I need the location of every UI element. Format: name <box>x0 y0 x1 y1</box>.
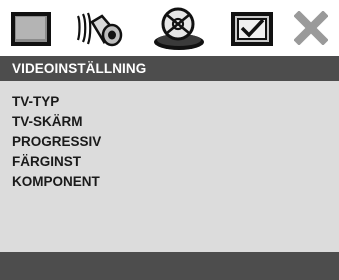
footer-bar <box>0 252 339 280</box>
menu-item-color-setting[interactable]: FÄRGINST <box>12 152 101 172</box>
menu-item-tv-display[interactable]: TV-SKÄRM <box>12 112 101 132</box>
tv-setup-icon[interactable] <box>9 8 53 50</box>
preferences-icon[interactable] <box>229 8 275 50</box>
page-title: VIDEOINSTÄLLNING <box>0 56 339 81</box>
menu-panel: VIDEOINSTÄLLNING TV-TYP TV-SKÄRM PROGRES… <box>0 56 339 252</box>
settings-list: TV-TYP TV-SKÄRM PROGRESSIV FÄRGINST KOMP… <box>12 92 101 192</box>
setup-menu-screen: VIDEOINSTÄLLNING TV-TYP TV-SKÄRM PROGRES… <box>0 0 339 280</box>
menu-item-tv-type[interactable]: TV-TYP <box>12 92 101 112</box>
disc-setup-icon[interactable] <box>152 6 206 50</box>
setup-icon-bar <box>0 0 339 56</box>
audio-setup-icon[interactable] <box>74 8 126 50</box>
menu-item-progressive[interactable]: PROGRESSIV <box>12 132 101 152</box>
menu-item-component[interactable]: KOMPONENT <box>12 172 101 192</box>
close-icon[interactable] <box>294 11 328 53</box>
